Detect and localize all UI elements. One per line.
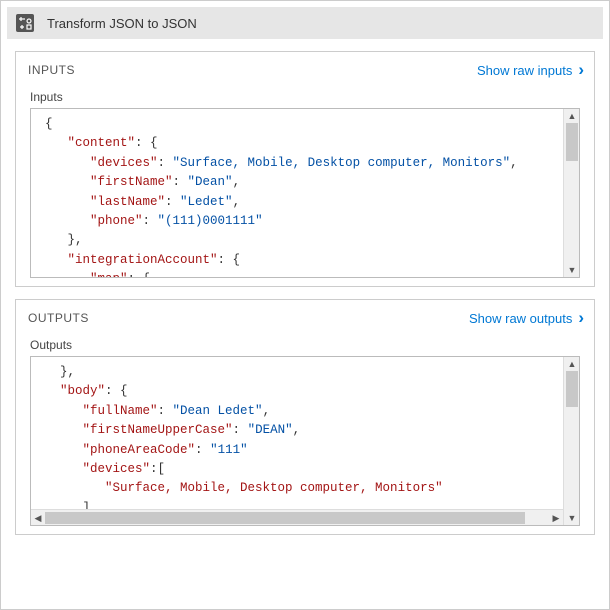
outputs-sub-label: Outputs	[30, 338, 580, 352]
window: Transform JSON to JSON INPUTS Show raw i…	[0, 0, 610, 610]
scroll-left-icon[interactable]: ◀	[31, 510, 45, 526]
outputs-header: OUTPUTS Show raw outputs ›	[16, 300, 594, 338]
scroll-thumb[interactable]	[566, 123, 578, 161]
inputs-panel: INPUTS Show raw inputs › Inputs { "conte…	[15, 51, 595, 287]
window-title: Transform JSON to JSON	[47, 16, 197, 31]
show-raw-inputs-label: Show raw inputs	[477, 63, 572, 78]
inputs-sub-label: Inputs	[30, 90, 580, 104]
show-raw-inputs-link[interactable]: Show raw inputs ›	[477, 60, 584, 80]
scroll-thumb[interactable]	[45, 512, 525, 524]
outputs-header-title: OUTPUTS	[28, 311, 469, 325]
scroll-thumb[interactable]	[566, 371, 578, 407]
transform-icon	[13, 11, 37, 35]
inputs-header: INPUTS Show raw inputs ›	[16, 52, 594, 90]
outputs-panel: OUTPUTS Show raw outputs › Outputs }, "b…	[15, 299, 595, 535]
inputs-code-box: { "content": { "devices": "Surface, Mobi…	[30, 108, 580, 278]
scroll-down-icon[interactable]: ▼	[564, 511, 580, 525]
title-bar: Transform JSON to JSON	[7, 7, 603, 39]
scroll-up-icon[interactable]: ▲	[564, 109, 580, 123]
chevron-right-icon: ›	[578, 60, 584, 80]
chevron-right-icon: ›	[578, 308, 584, 328]
inputs-vertical-scrollbar[interactable]: ▲ ▼	[563, 109, 579, 277]
outputs-horizontal-scrollbar[interactable]: ◀ ▶	[31, 509, 563, 525]
show-raw-outputs-link[interactable]: Show raw outputs ›	[469, 308, 584, 328]
inputs-json[interactable]: { "content": { "devices": "Surface, Mobi…	[31, 109, 579, 277]
outputs-json[interactable]: }, "body": { "fullName": "Dean Ledet", "…	[31, 357, 579, 509]
outputs-vertical-scrollbar[interactable]: ▲ ▼	[563, 357, 579, 525]
show-raw-outputs-label: Show raw outputs	[469, 311, 572, 326]
scroll-up-icon[interactable]: ▲	[564, 357, 580, 371]
inputs-header-title: INPUTS	[28, 63, 477, 77]
scroll-right-icon[interactable]: ▶	[549, 510, 563, 526]
outputs-code-box: }, "body": { "fullName": "Dean Ledet", "…	[30, 356, 580, 526]
scroll-down-icon[interactable]: ▼	[564, 263, 580, 277]
content-area: INPUTS Show raw inputs › Inputs { "conte…	[7, 51, 603, 535]
